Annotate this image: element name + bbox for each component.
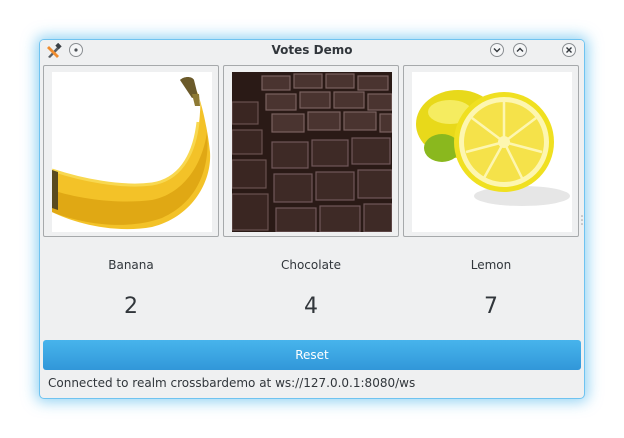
banana-label: Banana xyxy=(108,258,154,272)
vote-lemon-button[interactable] xyxy=(403,65,579,237)
vote-banana-button[interactable] xyxy=(43,65,219,237)
title-bar: Votes Demo xyxy=(40,40,584,62)
reset-button[interactable]: Reset xyxy=(43,340,581,370)
chocolate-vote-count: 4 xyxy=(304,294,318,319)
close-button[interactable] xyxy=(562,43,576,57)
maximize-icon xyxy=(516,47,524,52)
lemon-label: Lemon xyxy=(470,258,512,272)
lemon-image xyxy=(412,72,572,232)
banana-image xyxy=(52,72,212,232)
minimize-icon xyxy=(493,48,501,53)
app-window: Votes Demo Banana Chocolate Lemon 2 4 7 … xyxy=(40,40,584,398)
chocolate-image xyxy=(232,72,392,232)
close-icon xyxy=(566,47,572,53)
lemon-vote-count: 7 xyxy=(484,294,498,319)
vote-chocolate-button[interactable] xyxy=(223,65,399,237)
connection-status: Connected to realm crossbardemo at ws://… xyxy=(48,376,416,390)
maximize-button[interactable] xyxy=(513,43,527,57)
banana-vote-count: 2 xyxy=(124,294,138,319)
chocolate-label: Chocolate xyxy=(280,258,342,272)
minimize-button[interactable] xyxy=(490,43,504,57)
resize-grip-icon[interactable] xyxy=(581,215,583,225)
